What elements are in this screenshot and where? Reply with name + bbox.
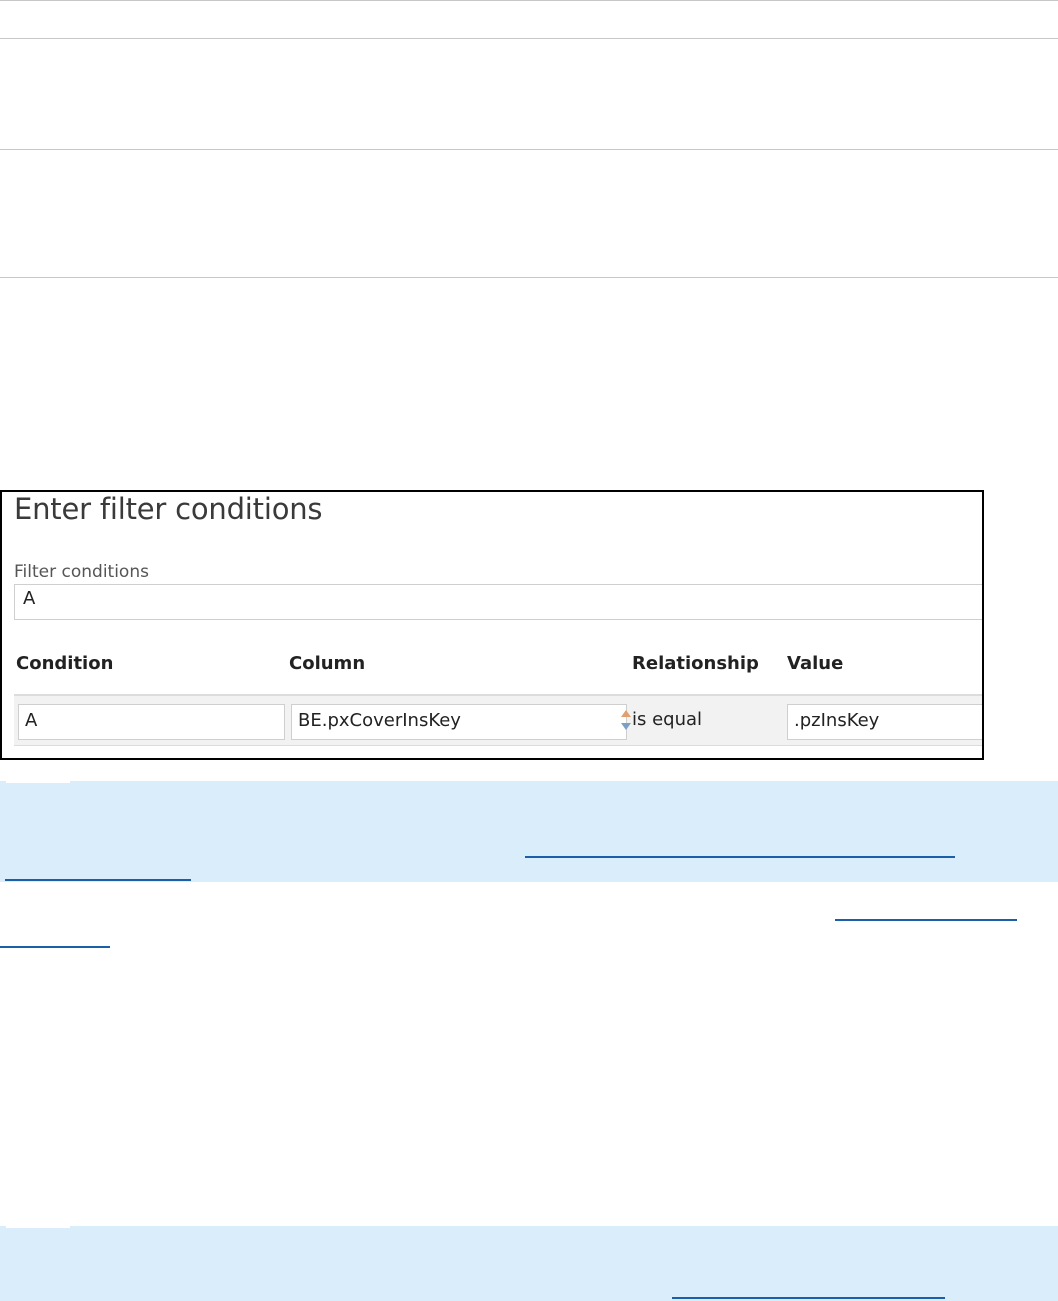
filter-conditions-label: Filter conditions [14, 562, 149, 582]
filter-conditions-input[interactable]: A [14, 584, 982, 620]
filter-conditions-panel: Enter filter conditions Filter condition… [0, 490, 984, 760]
link-underline[interactable] [0, 946, 110, 948]
link-underline[interactable] [835, 919, 1017, 921]
panel-title: Enter filter conditions [14, 492, 323, 526]
table-row: A BE.pxCoverInsKey is equal .pzInsKey [14, 694, 982, 746]
info-callout [0, 1222, 1058, 1301]
column-select[interactable]: BE.pxCoverInsKey [291, 704, 627, 740]
link-underline[interactable] [672, 1297, 945, 1299]
condition-input[interactable]: A [18, 704, 285, 740]
value-input[interactable]: .pzInsKey [787, 704, 982, 740]
column-header-relationship: Relationship [632, 653, 759, 674]
section-divider [0, 149, 1058, 150]
relationship-value: is equal [632, 709, 703, 730]
link-underline[interactable] [525, 856, 955, 858]
section-divider [0, 277, 1058, 278]
callout-tab [6, 1222, 70, 1228]
top-rule [0, 0, 1058, 1]
link-underline[interactable] [5, 879, 191, 881]
column-header-column: Column [289, 653, 366, 674]
column-header-condition: Condition [16, 653, 114, 674]
callout-tab [6, 777, 70, 783]
sort-arrows-icon[interactable] [620, 708, 632, 732]
section-divider [0, 38, 1058, 39]
info-callout [0, 777, 1058, 882]
column-header-value: Value [787, 653, 844, 674]
